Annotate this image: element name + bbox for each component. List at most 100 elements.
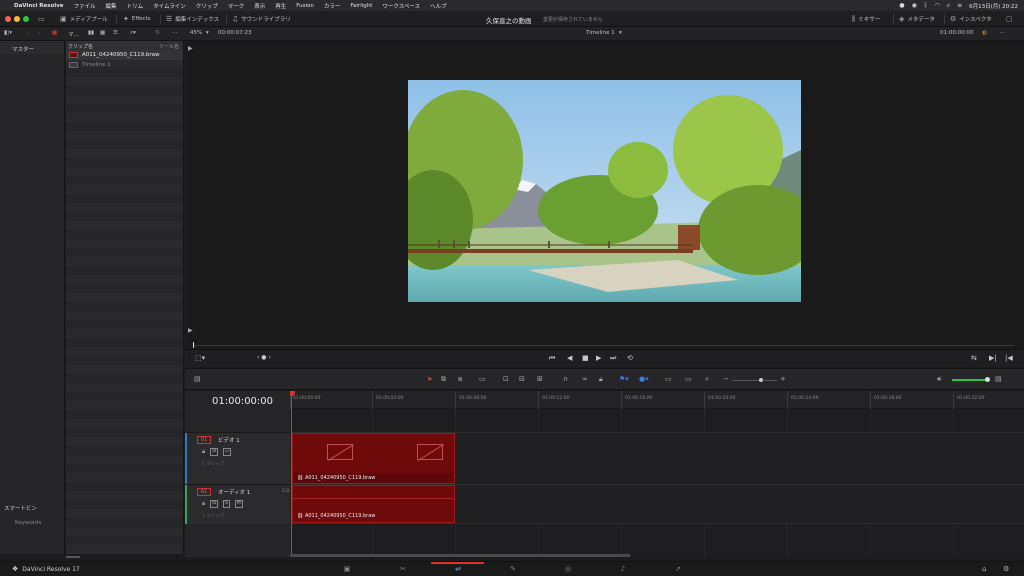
go-to-end-icon[interactable]: ⏭ [610, 354, 616, 363]
media-pool-button[interactable]: ▣ メディアプール [60, 14, 108, 24]
mark-in-icon[interactable]: ▶| [989, 354, 997, 362]
edit-page-icon[interactable]: ⇌ [451, 565, 465, 573]
timeline-view-options-icon[interactable]: ▤ [194, 375, 201, 383]
edit-index-button[interactable]: ☰ 編集インデックス [166, 14, 219, 24]
audio-auto-select-icon[interactable]: ⊡ [210, 500, 218, 508]
sound-library-button[interactable]: ♫ サウンドライブラリ [232, 14, 291, 24]
video-track-name[interactable]: ビデオ 1 [218, 436, 240, 444]
timeline-area[interactable]: 01:00:00:00 01:00:04:00 01:00:08:00 01:0… [290, 391, 1024, 557]
menubar-datetime[interactable]: 6月13日(月) 20:22 [969, 2, 1018, 10]
timeline-playhead[interactable] [290, 391, 295, 557]
snapping-icon[interactable]: ∩ [563, 375, 568, 383]
bin-label[interactable]: マ... [68, 30, 79, 38]
bin-list-icon[interactable]: ▦ [52, 30, 57, 36]
smart-bin-keywords[interactable]: Keywords [0, 520, 65, 526]
scrub-playhead[interactable] [193, 342, 194, 348]
timeline-scrollbar[interactable] [290, 554, 630, 557]
volume-slider[interactable] [952, 379, 988, 381]
fairlight-page-icon[interactable]: ♪ [616, 565, 630, 573]
video-clip[interactable]: ⛓ A011_04240950_C119.braw [292, 433, 455, 484]
loop-icon[interactable]: ⟲ [627, 354, 633, 362]
menu-timeline[interactable]: タイムライン [153, 2, 186, 10]
blade-tool-icon[interactable]: ▭ [479, 375, 486, 383]
close-window-icon[interactable] [5, 16, 11, 22]
audio-track-name[interactable]: オーディオ 1 [218, 488, 250, 496]
expand-icon[interactable]: ▢ [1006, 14, 1013, 24]
menu-fairlight[interactable]: Fairlight [350, 3, 372, 9]
menu-workspace[interactable]: ワークスペース [382, 2, 420, 10]
trim-tool-icon[interactable]: ⧉ [441, 375, 446, 384]
minimize-window-icon[interactable] [14, 16, 20, 22]
sort-icon[interactable]: ⇅ [155, 30, 160, 36]
zoom-level[interactable]: 45% [190, 30, 202, 36]
zoom-in-icon[interactable]: + [780, 375, 786, 383]
menu-app[interactable]: DaVinci Resolve [14, 3, 64, 9]
cut-page-icon[interactable]: ✂ [396, 565, 410, 573]
lock-audio-track-icon[interactable]: 🔒︎ [202, 500, 205, 508]
effects-button[interactable]: ✦ Effects [123, 14, 151, 24]
zoom-slider-knob[interactable] [759, 378, 763, 382]
status-record-icon[interactable]: ● [899, 2, 904, 9]
detail-zoom-icon[interactable]: ▭ [685, 375, 692, 383]
mute-button[interactable]: M [234, 500, 243, 508]
lock-track-icon[interactable]: 🔒︎ [202, 448, 205, 456]
thumbnail-view-icon[interactable]: ▦ [100, 30, 105, 36]
clip-panel-scrollbar[interactable] [66, 556, 80, 558]
timeline-item[interactable]: Timeline 1 [66, 60, 183, 70]
marker-icon[interactable]: ●▾ [639, 375, 649, 383]
viewer-options-icon[interactable]: ⋯ [1000, 30, 1006, 36]
inspector-button[interactable]: ⚙ インスペクタ [950, 14, 992, 24]
volume-icon[interactable]: 🔊︎ [937, 375, 941, 384]
menu-help[interactable]: ヘルプ [430, 2, 447, 10]
zoom-out-icon[interactable]: − [723, 375, 729, 383]
clip-item[interactable]: A011_04240950_C119.braw [66, 50, 183, 60]
selection-tool-icon[interactable]: ➤ [427, 375, 433, 383]
viewer-mode-icon[interactable]: ⬚▾ [195, 354, 205, 362]
jog-control-icon[interactable]: ‹ ● › [257, 354, 271, 361]
volume-slider-knob[interactable] [985, 377, 990, 382]
insert-clip-icon[interactable]: ⊡ [503, 375, 509, 383]
audio-track-header[interactable]: A1 オーディオ 1 2.0 🔒︎ ⊡ S M 1 クリップ [185, 484, 290, 524]
audio-clip[interactable]: ⛓ A011_04240950_C119.braw [292, 485, 455, 523]
flag-icon[interactable]: ⚑▾ [619, 375, 629, 383]
fusion-page-icon[interactable]: ✎ [506, 565, 520, 573]
status-globe-icon[interactable]: ◉ [912, 2, 917, 9]
column-reel-name[interactable]: リール名 [159, 43, 179, 50]
menu-view[interactable]: 表示 [254, 2, 265, 10]
audio-meter-icon[interactable]: ▤ [995, 375, 1002, 383]
overwrite-clip-icon[interactable]: ⊟ [519, 375, 525, 383]
menu-color[interactable]: カラー [324, 2, 341, 10]
track-tag-a1[interactable]: A1 [197, 488, 211, 496]
zoom-dropdown-icon[interactable]: ▾ [206, 30, 209, 36]
bin-master[interactable]: マスター [0, 41, 64, 54]
media-page-icon[interactable]: ▣ [340, 565, 354, 573]
color-page-icon[interactable]: ◎ [561, 565, 575, 573]
settings-gear-icon[interactable]: ⚙ [1003, 565, 1009, 573]
viewer-scrub-bar[interactable] [185, 341, 1024, 349]
solo-button[interactable]: S [222, 500, 230, 508]
home-icon[interactable]: ⌂ [982, 565, 986, 573]
custom-zoom-icon[interactable]: ⌕ [705, 375, 709, 384]
go-to-start-icon[interactable]: ⏮ [549, 354, 555, 363]
menu-clip[interactable]: クリップ [196, 2, 218, 10]
sidebar-toggle-icon[interactable]: ◧▾ [4, 30, 12, 36]
mark-out-icon[interactable]: |◀ [1005, 354, 1013, 362]
full-extent-zoom-icon[interactable]: ▭ [665, 375, 672, 383]
timeline-dropdown-icon[interactable]: ▾ [619, 30, 622, 36]
list-view-icon[interactable]: ☰ [113, 30, 118, 36]
viewer-bottom-toggle-icon[interactable]: ▶ [188, 327, 193, 334]
play-reverse-icon[interactable]: ◀ [567, 354, 572, 362]
status-wifi-icon[interactable]: ◠ [934, 2, 939, 9]
status-control-center-icon[interactable]: ≡ [957, 2, 962, 9]
replace-clip-icon[interactable]: ⊞ [537, 375, 543, 383]
forward-icon[interactable]: › [38, 30, 40, 36]
play-icon[interactable]: ▶ [596, 354, 601, 362]
menu-trim[interactable]: トリム [127, 2, 144, 10]
metadata-view-icon[interactable]: ▮▮ [88, 30, 94, 36]
linked-selection-icon[interactable]: ∞ [582, 375, 588, 383]
timeline-selector[interactable]: Timeline 1 [586, 30, 615, 36]
menu-mark[interactable]: マーク [228, 2, 245, 10]
position-lock-icon[interactable]: 🔒︎ [599, 375, 603, 384]
back-icon[interactable]: ‹ [26, 30, 28, 36]
dynamic-trim-icon[interactable]: ⧈ [458, 375, 462, 384]
